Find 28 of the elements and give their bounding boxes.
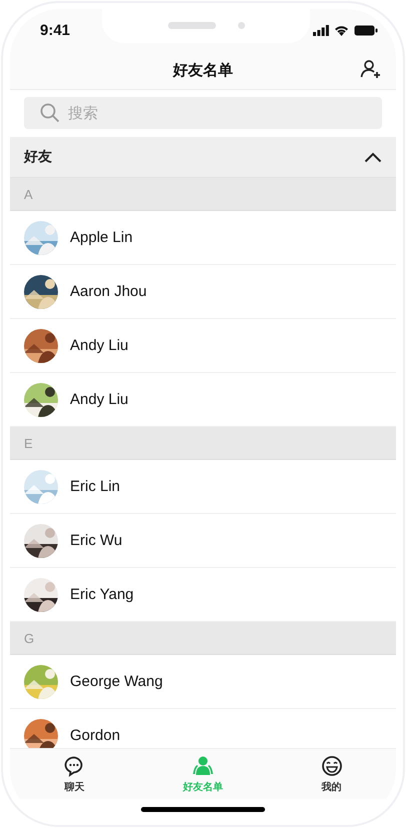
contact-name: Andy Liu bbox=[70, 391, 128, 408]
speaker-grille bbox=[168, 22, 216, 28]
wifi-icon bbox=[334, 24, 349, 36]
chat-bubble-icon bbox=[63, 754, 86, 776]
contact-name: Gordon bbox=[70, 727, 120, 744]
group-title: 好友 bbox=[24, 148, 52, 166]
contact-name: Eric Lin bbox=[70, 478, 120, 495]
contact-name: Eric Yang bbox=[70, 586, 134, 603]
section-letter: G bbox=[24, 630, 34, 646]
contact-name: Aaron Jhou bbox=[70, 283, 147, 300]
add-person-icon[interactable] bbox=[360, 59, 382, 79]
contact-name: Andy Liu bbox=[70, 337, 128, 354]
person-icon bbox=[192, 754, 214, 776]
contact-name: Apple Lin bbox=[70, 229, 133, 246]
group-header[interactable]: 好友 bbox=[10, 137, 396, 178]
smiley-icon bbox=[320, 754, 343, 776]
section-letter: E bbox=[24, 436, 33, 450]
section-letter: A bbox=[24, 186, 33, 202]
tab[interactable]: 我的 bbox=[267, 749, 396, 799]
search-field[interactable]: 搜索 bbox=[24, 97, 382, 129]
screen-title: 好友名单 bbox=[173, 60, 233, 80]
contact-name: George Wang bbox=[70, 673, 163, 690]
contact-name: Eric Wu bbox=[70, 532, 122, 549]
tab[interactable]: 聊天 bbox=[10, 749, 139, 799]
status-time: 9:41 bbox=[40, 22, 70, 38]
battery-icon bbox=[354, 24, 378, 36]
signal-icon bbox=[313, 24, 329, 36]
camera-dot bbox=[238, 22, 244, 28]
